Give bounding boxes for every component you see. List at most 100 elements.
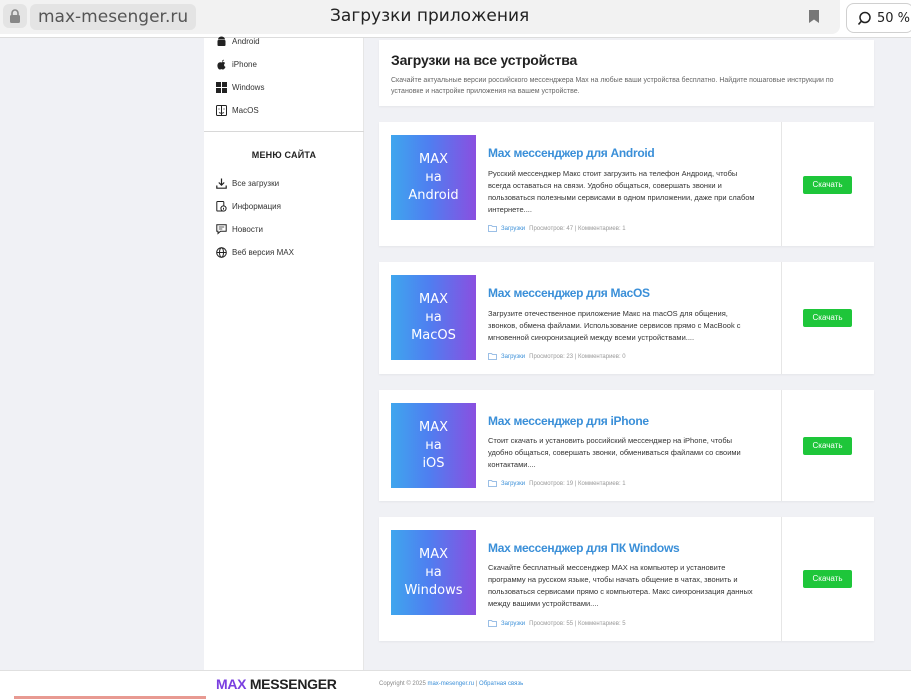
zoom-button[interactable]: 50 % <box>846 3 911 33</box>
thumb-line: на <box>425 437 442 453</box>
thumb-line: на <box>425 169 442 185</box>
card-thumbnail[interactable]: MAX на Android <box>391 135 476 220</box>
card-thumbnail[interactable]: MAX на Windows <box>391 530 476 615</box>
card-divider <box>781 390 782 501</box>
thumb-line: MAX <box>418 546 448 562</box>
card-thumbnail[interactable]: MAX на iOS <box>391 403 476 488</box>
download-button[interactable]: Скачать <box>803 176 852 194</box>
thumb-line: MAX <box>418 151 448 167</box>
sidebar-item-all-downloads[interactable]: Все загрузки <box>216 178 279 189</box>
sidebar-item-label: Веб версия MAX <box>232 248 294 257</box>
sidebar-item-label: iPhone <box>232 60 257 69</box>
card-category-link[interactable]: Загрузки <box>501 354 525 360</box>
card-stats: Просмотров: 47 | Комментариев: 1 <box>529 225 626 232</box>
footer: MAX MESSENGER Copyright © 2025 max-mesen… <box>0 670 911 699</box>
thumb-line: на <box>425 564 442 580</box>
globe-icon <box>216 247 227 258</box>
card-thumbnail[interactable]: MAX на MacOS <box>391 275 476 360</box>
download-button[interactable]: Скачать <box>803 437 852 455</box>
card-divider <box>781 122 782 246</box>
hero-title: Загрузки на все устройства <box>391 52 578 68</box>
url-text[interactable]: max-mesenger.ru <box>30 4 197 30</box>
thumb-line: MAX <box>418 419 448 435</box>
lock-icon[interactable] <box>3 4 27 28</box>
card-meta: Загрузки Просмотров: 19 | Комментариев: … <box>488 480 626 487</box>
bookmark-icon[interactable] <box>808 9 820 29</box>
windows-icon <box>216 82 227 93</box>
chat-icon <box>216 224 227 235</box>
page-title: Загрузки приложения <box>330 6 530 26</box>
thumb-line: на <box>425 309 442 325</box>
browser-toolbar: max-mesenger.ru Загрузки приложения 50 % <box>0 0 911 38</box>
thumb-line: MacOS <box>411 327 456 343</box>
zoom-level: 50 % <box>877 10 911 26</box>
folder-icon <box>488 620 497 627</box>
sidebar-item-label: Новости <box>232 225 263 234</box>
card-title-link[interactable]: Max мессенджер для MacOS <box>488 286 650 300</box>
site-link[interactable]: max-mesenger.ru <box>427 681 474 687</box>
thumb-line: Android <box>408 187 459 203</box>
card-description: Скачайте бесплатный мессенджер MAX на ко… <box>488 563 753 608</box>
sidebar-item-label: Информация <box>232 202 281 211</box>
search-chat-icon <box>857 11 871 25</box>
finder-icon <box>216 105 227 116</box>
sidebar-item-label: Все загрузки <box>232 179 280 188</box>
sidebar-item-label: Android <box>232 37 260 46</box>
card-title-link[interactable]: Max мессенджер для Android <box>488 146 655 160</box>
sidebar-item-label: Windows <box>232 83 265 92</box>
card-description: Загрузите отечественное приложение Макс … <box>488 309 741 342</box>
card-meta: Загрузки Просмотров: 55 | Комментариев: … <box>488 620 626 627</box>
download-icon <box>216 178 227 189</box>
card-divider <box>781 517 782 641</box>
thumb-line: Windows <box>404 582 463 598</box>
logo-messenger: MESSENGER <box>249 676 337 692</box>
site-logo[interactable]: MAX MESSENGER <box>216 676 337 692</box>
card-title-link[interactable]: Max мессенджер для ПК Windows <box>488 541 680 555</box>
address-bar[interactable]: max-mesenger.ru Загрузки приложения <box>0 0 840 34</box>
android-icon <box>217 36 226 46</box>
download-button[interactable]: Скачать <box>803 309 852 327</box>
info-doc-icon <box>216 201 227 212</box>
card-stats: Просмотров: 23 | Комментариев: 0 <box>529 353 626 360</box>
card-stats: Просмотров: 55 | Комментариев: 5 <box>529 620 626 627</box>
sidebar-item-web-version[interactable]: Веб версия MAX <box>216 247 294 258</box>
thumb-line: iOS <box>422 455 445 471</box>
copyright-text: Copyright © 2025 <box>379 681 426 687</box>
footer-separator: | <box>475 681 478 687</box>
download-card-iphone: MAX на iOS Max мессенджер для iPhone Сто… <box>379 390 874 501</box>
folder-icon <box>488 353 497 360</box>
card-category-link[interactable]: Загрузки <box>501 621 525 627</box>
hero-block: Загрузки на все устройства Скачайте акту… <box>379 40 874 106</box>
sidebar-item-iphone[interactable]: iPhone <box>216 59 257 70</box>
sidebar-item-news[interactable]: Новости <box>216 224 263 235</box>
menu-title: МЕНЮ САЙТА <box>251 150 317 160</box>
card-description: Русский мессенджер Макс стоит загрузить … <box>488 169 755 214</box>
sidebar: Android iPhone Windows MacOS МЕНЮ САЙТА … <box>204 36 364 670</box>
sidebar-item-android[interactable]: Android <box>216 36 260 47</box>
card-divider <box>781 262 782 374</box>
download-button[interactable]: Скачать <box>803 570 852 588</box>
sidebar-item-windows[interactable]: Windows <box>216 82 264 93</box>
download-card-android: MAX на Android Max мессенджер для Androi… <box>379 122 874 246</box>
feedback-link[interactable]: Обратная связь <box>479 681 523 687</box>
card-category-link[interactable]: Загрузки <box>501 226 525 232</box>
apple-icon <box>217 59 226 70</box>
folder-icon <box>488 225 497 232</box>
card-stats: Просмотров: 19 | Комментариев: 1 <box>529 480 626 487</box>
sidebar-item-label: MacOS <box>232 106 259 115</box>
card-title-link[interactable]: Max мессенджер для iPhone <box>488 414 649 428</box>
logo-max: MAX <box>216 676 247 692</box>
download-card-windows: MAX на Windows Max мессенджер для ПК Win… <box>379 517 874 641</box>
sidebar-divider <box>204 131 364 132</box>
copyright: Copyright © 2025 max-mesenger.ru | Обрат… <box>379 681 523 687</box>
download-card-macos: MAX на MacOS Max мессенджер для MacOS За… <box>379 262 874 374</box>
thumb-line: MAX <box>418 291 448 307</box>
card-meta: Загрузки Просмотров: 23 | Комментариев: … <box>488 353 626 360</box>
hero-text: Скачайте актуальные версии российского м… <box>391 77 834 95</box>
folder-icon <box>488 480 497 487</box>
card-category-link[interactable]: Загрузки <box>501 481 525 487</box>
card-meta: Загрузки Просмотров: 47 | Комментариев: … <box>488 225 626 232</box>
sidebar-item-info[interactable]: Информация <box>216 201 281 212</box>
sidebar-item-macos[interactable]: MacOS <box>216 105 259 116</box>
card-description: Стоит скачать и установить российский ме… <box>488 436 741 469</box>
